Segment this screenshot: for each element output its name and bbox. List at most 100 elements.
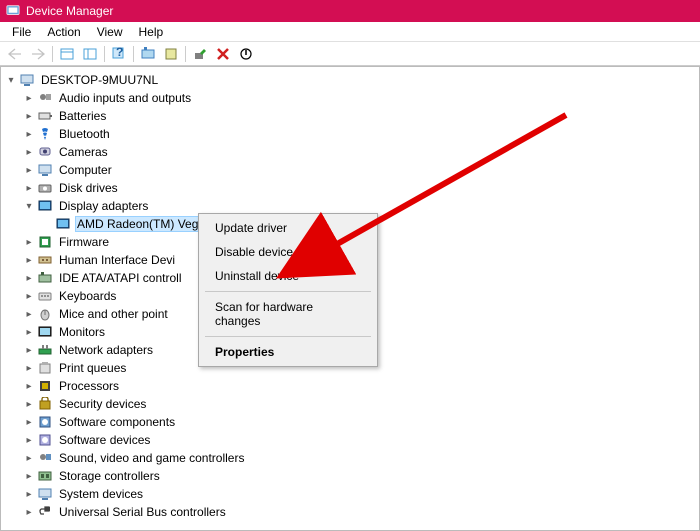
ctx-scan-hardware[interactable]: Scan for hardware changes (201, 295, 375, 333)
tree-category-node[interactable]: ▸ Software components (21, 413, 697, 431)
toolbar-view-1[interactable] (56, 44, 78, 64)
chevron-right-icon[interactable]: ▸ (23, 380, 35, 392)
separator (133, 46, 134, 62)
tree-category-node[interactable]: ▸ Processors (21, 377, 697, 395)
separator (52, 46, 53, 62)
chevron-right-icon[interactable]: ▸ (23, 128, 35, 140)
toolbar-update-driver[interactable] (189, 44, 211, 64)
category-icon (37, 432, 53, 448)
tree-category-label: Cameras (57, 145, 110, 159)
tree-category-label: Monitors (57, 325, 107, 339)
chevron-down-icon[interactable]: ▾ (23, 200, 35, 212)
toolbar-uninstall[interactable] (212, 44, 234, 64)
separator (205, 291, 371, 292)
tree-category-node[interactable]: ▸ System devices (21, 485, 697, 503)
menu-file[interactable]: File (4, 23, 39, 41)
chevron-right-icon[interactable]: ▸ (23, 362, 35, 374)
chevron-right-icon[interactable]: ▸ (23, 344, 35, 356)
category-icon (37, 288, 53, 304)
chevron-right-icon[interactable]: ▸ (23, 488, 35, 500)
ctx-update-driver[interactable]: Update driver (201, 216, 375, 240)
chevron-right-icon[interactable]: ▸ (23, 434, 35, 446)
category-icon (37, 126, 53, 142)
category-icon (37, 324, 53, 340)
chevron-down-icon[interactable]: ▾ (5, 74, 17, 86)
tree-category-node[interactable]: ▸ Audio inputs and outputs (21, 89, 697, 107)
menubar: File Action View Help (0, 22, 700, 42)
toolbar-back[interactable] (4, 44, 26, 64)
chevron-right-icon[interactable]: ▸ (23, 110, 35, 122)
tree-category-node[interactable]: ▸Storage controllers (21, 467, 697, 485)
toolbar-view-2[interactable] (79, 44, 101, 64)
tree-category-node[interactable]: ▸ Cameras (21, 143, 697, 161)
category-icon (37, 144, 53, 160)
category-icon (37, 396, 53, 412)
category-icon (37, 108, 53, 124)
chevron-right-icon[interactable]: ▸ (23, 146, 35, 158)
chevron-right-icon[interactable]: ▸ (23, 254, 35, 266)
tree-category-node[interactable]: ▸ Computer (21, 161, 697, 179)
tree-category-label: Software devices (57, 433, 152, 447)
tree-category-label: Computer (57, 163, 114, 177)
chevron-right-icon[interactable]: ▸ (23, 272, 35, 284)
toolbar-forward[interactable] (27, 44, 49, 64)
tree-category-label: Keyboards (57, 289, 118, 303)
tree-category-label: Audio inputs and outputs (57, 91, 193, 105)
menu-help[interactable]: Help (131, 23, 172, 41)
category-icon (37, 306, 53, 322)
chevron-right-icon[interactable]: ▸ (23, 236, 35, 248)
tree-category-label: Firmware (57, 235, 111, 249)
tree-category-label: Sound, video and game controllers (57, 451, 246, 465)
chevron-right-icon[interactable]: ▸ (23, 470, 35, 482)
ctx-uninstall-device[interactable]: Uninstall device (201, 264, 375, 288)
tree-category-label: Disk drives (57, 181, 120, 195)
menu-action[interactable]: Action (39, 23, 88, 41)
ctx-disable-device[interactable]: Disable device (201, 240, 375, 264)
window-title: Device Manager (26, 4, 113, 18)
category-icon (37, 414, 53, 430)
tree-category-label: Batteries (57, 109, 108, 123)
tree-category-node[interactable]: ▸ Universal Serial Bus controllers (21, 503, 697, 521)
chevron-right-icon[interactable]: ▸ (23, 182, 35, 194)
chevron-right-icon[interactable]: ▸ (23, 308, 35, 320)
chevron-right-icon[interactable]: ▸ (23, 506, 35, 518)
tree-category-node[interactable]: ▸ Disk drives (21, 179, 697, 197)
category-icon (37, 252, 53, 268)
toolbar-help[interactable]: ? (108, 44, 130, 64)
category-icon (37, 486, 53, 502)
tree-category-label: Universal Serial Bus controllers (57, 505, 228, 519)
tree-category-node[interactable]: ▸Security devices (21, 395, 697, 413)
tree-root-label: DESKTOP-9MUU7NL (39, 73, 160, 87)
device-tree-panel[interactable]: ▾ DESKTOP-9MUU7NL ▸ Audio inputs and outp… (0, 66, 700, 531)
category-icon (37, 162, 53, 178)
tree-category-node[interactable]: ▸ Software devices (21, 431, 697, 449)
category-icon (37, 180, 53, 196)
chevron-right-icon[interactable]: ▸ (23, 164, 35, 176)
tree-root-node[interactable]: ▾ DESKTOP-9MUU7NL (3, 71, 697, 89)
category-icon (37, 270, 53, 286)
ctx-properties[interactable]: Properties (201, 340, 375, 364)
toolbar-scan-hardware[interactable] (137, 44, 159, 64)
tree-category-node[interactable]: ▸ Bluetooth (21, 125, 697, 143)
category-icon (37, 450, 53, 466)
tree-category-node[interactable]: ▸ Sound, video and game controllers (21, 449, 697, 467)
chevron-right-icon[interactable]: ▸ (23, 398, 35, 410)
category-icon (37, 342, 53, 358)
tree-category-node[interactable]: ▸ Batteries (21, 107, 697, 125)
titlebar: Device Manager (0, 0, 700, 22)
chevron-right-icon[interactable]: ▸ (23, 326, 35, 338)
chevron-right-icon[interactable]: ▸ (23, 416, 35, 428)
tree-category-label: Software components (57, 415, 177, 429)
chevron-right-icon[interactable]: ▸ (23, 452, 35, 464)
chevron-right-icon[interactable]: ▸ (23, 92, 35, 104)
tree-category-label: Processors (57, 379, 121, 393)
tree-category-label: Bluetooth (57, 127, 112, 141)
toolbar-disable[interactable] (235, 44, 257, 64)
tree-category-label: Print queues (57, 361, 128, 375)
menu-view[interactable]: View (89, 23, 131, 41)
tree-category-label: Display adapters (57, 199, 150, 213)
chevron-right-icon[interactable]: ▸ (23, 290, 35, 302)
tree-category-label: System devices (57, 487, 145, 501)
toolbar-properties[interactable] (160, 44, 182, 64)
toolbar: ? (0, 42, 700, 66)
